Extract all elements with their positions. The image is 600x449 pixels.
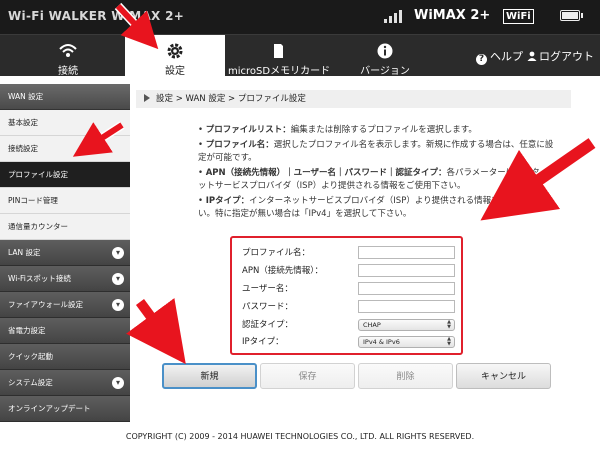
sidebar-item-connection[interactable]: 接続設定 [0,136,130,162]
chevron-down-icon: ▾ [112,299,124,311]
password-label: パスワード： [242,302,294,312]
ip-type-select[interactable]: IPv4 & IPv6 ▲ ▼ [358,336,455,348]
tab-version[interactable]: バージョン [350,35,420,77]
user-icon [527,51,537,61]
description-item: • IPタイプ：インターネットサービスプロバイダ（ISP）より提供される情報をご… [198,196,543,219]
sidebar-item-label: 基本設定 [8,118,38,127]
signal-strength-icon [384,9,404,23]
description-item: • プロファイルリスト：編集または削除するプロファイルを選択します。 [198,125,477,135]
chevron-down-icon: ▾ [112,247,124,259]
sidebar-item-firewall[interactable]: ファイアウォール設定 ▾ [0,292,130,318]
sidebar-item-system[interactable]: システム設定 ▾ [0,370,130,396]
tab-label: 設定 [165,66,185,77]
sidebar-item-label: ファイアウォール設定 [8,300,83,309]
breadcrumb: 設定 > WAN 設定 > プロファイル設定 [136,90,571,108]
sidebar-item-traffic[interactable]: 通信量カウンター [0,214,130,240]
cancel-button[interactable]: キャンセル [456,363,551,389]
auth-type-row: 認証タイプ： CHAP ▲ ▼ [242,317,455,333]
main-navigation: 接続 設定 microSDメモリカード バージョン ? ヘルプ ログアウト [0,34,600,77]
wifi-icon [59,44,77,57]
help-label: ヘルプ [490,50,523,63]
ip-type-label: IPタイプ： [242,337,284,347]
help-link[interactable]: ? ヘルプ [476,48,523,65]
sidebar-item-label: クイック起動 [8,352,53,361]
battery-icon [560,10,583,21]
sidebar-item-basic[interactable]: 基本設定 [0,110,130,136]
copyright-footer: COPYRIGHT (C) 2009 - 2014 HUAWEI TECHNOL… [125,432,475,441]
sidebar-group-wan[interactable]: WAN 設定 [0,84,130,110]
sidebar-item-label: システム設定 [8,378,53,387]
sidebar-item-label: LAN 設定 [8,248,41,257]
gear-icon [167,43,183,59]
profile-form: プロファイル名： APN（接続先情報）： ユーザー名： パスワード： 認証タイプ… [230,236,463,355]
profile-name-input[interactable] [358,246,455,259]
sidebar-item-power-saving[interactable]: 省電力設定 [0,318,130,344]
sidebar-item-pin[interactable]: PINコード管理 [0,188,130,214]
chevron-down-icon: ▾ [112,273,124,285]
help-icon: ? [476,54,487,65]
chevron-down-icon: ▾ [112,377,124,389]
auth-type-select[interactable]: CHAP ▲ ▼ [358,319,455,331]
tab-settings[interactable]: 設定 [125,35,225,77]
info-icon [377,43,393,59]
sidebar-item-quick-boot[interactable]: クイック起動 [0,344,130,370]
annotation-arrow-icon [126,298,186,365]
apn-row: APN（接続先情報）： [242,263,455,279]
device-brand: Wi-Fi WALKER WiMAX 2+ [8,9,185,23]
sidebar-item-label: プロファイル設定 [8,170,68,179]
tab-label: バージョン [360,66,410,77]
wifi-status-icon: WiFi [503,9,534,24]
save-button[interactable]: 保存 [260,363,355,389]
description-item: • プロファイル名：選択したプロファイル名を表示します。新規に作成する場合は、任… [198,140,554,163]
tab-connection[interactable]: 接続 [38,35,98,77]
tab-microsd[interactable]: microSDメモリカード [228,35,331,77]
sidebar-item-profile[interactable]: プロファイル設定 [0,162,130,188]
top-status-bar: Wi-Fi WALKER WiMAX 2+ WiMAX 2+ WiFi [0,0,600,34]
username-input[interactable] [358,282,455,295]
select-arrows-icon: ▲ ▼ [447,336,451,347]
new-button[interactable]: 新規 [162,363,257,389]
password-row: パスワード： [242,299,455,315]
sidebar-item-label: オンラインアップデート [8,404,91,413]
ip-type-row: IPタイプ： IPv4 & IPv6 ▲ ▼ [242,334,455,350]
breadcrumb-text: 設定 > WAN 設定 > プロファイル設定 [156,94,306,104]
network-type: WiMAX 2+ [414,8,491,23]
username-row: ユーザー名： [242,281,455,297]
sidebar: WAN 設定 基本設定 接続設定 プロファイル設定 PINコード管理 通信量カウ… [0,84,130,422]
tab-label: 接続 [58,66,78,77]
sidebar-item-label: Wi-Fiスポット接続 [8,274,71,283]
sdcard-icon [274,44,283,58]
ip-type-value: IPv4 & IPv6 [363,338,400,346]
description-item: • APN（接続先情報）｜ユーザー名｜パスワード｜認証タイプ：各パラメーターはイ… [198,168,557,191]
sidebar-item-label: PINコード管理 [8,196,58,205]
logout-label: ログアウト [539,50,594,63]
profile-name-row: プロファイル名： [242,245,455,261]
sidebar-item-label: 通信量カウンター [8,222,68,231]
auth-type-value: CHAP [363,321,381,329]
delete-button[interactable]: 削除 [358,363,453,389]
apn-input[interactable] [358,264,455,277]
username-label: ユーザー名： [242,284,293,294]
sidebar-item-label: 省電力設定 [8,326,46,335]
sidebar-item-wifi-spot[interactable]: Wi-Fiスポット接続 ▾ [0,266,130,292]
help-description: • プロファイルリスト：編集または削除するプロファイルを選択します。 • プロフ… [198,124,558,223]
apn-label: APN（接続先情報）： [242,266,324,276]
sidebar-group-label: WAN 設定 [8,92,44,101]
logout-link[interactable]: ログアウト [527,48,594,64]
sidebar-item-online-update[interactable]: オンラインアップデート [0,396,130,422]
select-arrows-icon: ▲ ▼ [447,319,451,330]
sidebar-item-lan[interactable]: LAN 設定 ▾ [0,240,130,266]
auth-type-label: 認証タイプ： [242,320,294,330]
sidebar-item-label: 接続設定 [8,144,38,153]
profile-name-label: プロファイル名： [242,248,311,258]
tab-label: microSDメモリカード [228,66,331,77]
breadcrumb-arrow-icon [144,94,150,102]
password-input[interactable] [358,300,455,313]
